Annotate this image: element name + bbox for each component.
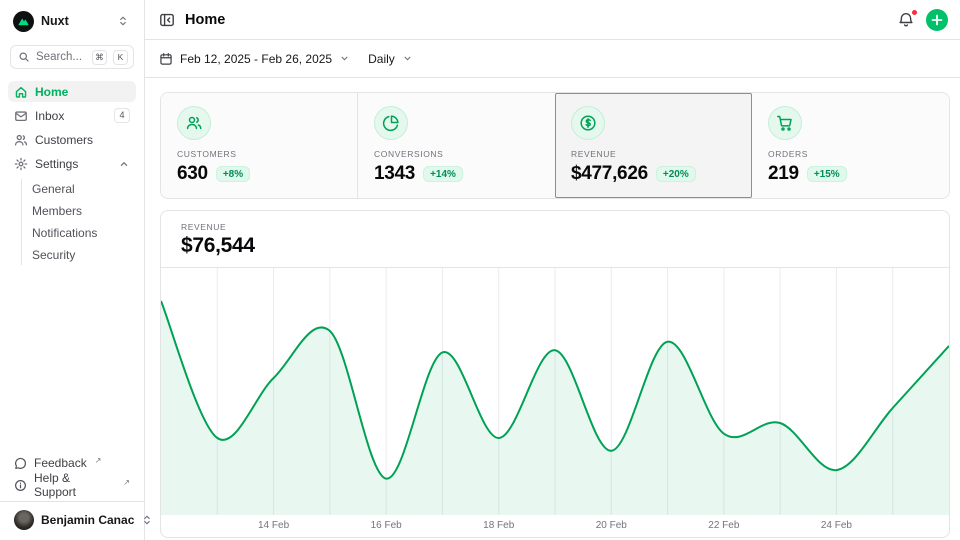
delta-badge: +15%: [807, 166, 847, 182]
users-icon: [14, 133, 28, 147]
inbox-count-badge: 4: [114, 108, 130, 123]
date-range-picker[interactable]: Feb 12, 2025 - Feb 26, 2025: [159, 52, 350, 66]
delta-badge: +20%: [656, 166, 696, 182]
workspace-chevrons-up-down-icon[interactable]: [115, 13, 131, 29]
nuxt-logo-icon: [13, 11, 34, 32]
search-input[interactable]: Search... ⌘ K: [10, 45, 134, 69]
sidebar: Nuxt Search... ⌘ K Home Inbox 4 Cust: [0, 0, 145, 540]
x-tick-label: 18 Feb: [483, 520, 514, 531]
users-icon: [185, 114, 203, 132]
user-name: Benjamin Canac: [41, 513, 134, 527]
chevron-down-icon: [402, 53, 413, 64]
dashboard-content: CUSTOMERS 630 +8% CONVERSIONS 1343 +14%: [145, 78, 960, 540]
interval-label: Daily: [368, 52, 395, 66]
chart-metric-value: $76,544: [181, 234, 929, 258]
x-tick-label: 22 Feb: [708, 520, 739, 531]
inbox-icon: [14, 109, 28, 123]
sidebar-item-home[interactable]: Home: [8, 81, 136, 102]
revenue-chart-plot[interactable]: 14 Feb 16 Feb 18 Feb 20 Feb 22 Feb 24 Feb: [161, 268, 949, 537]
user-menu[interactable]: Benjamin Canac: [0, 501, 144, 534]
sidebar-item-members[interactable]: Members: [22, 201, 136, 221]
date-range-label: Feb 12, 2025 - Feb 26, 2025: [180, 52, 332, 66]
stat-card-conversions[interactable]: CONVERSIONS 1343 +14%: [358, 93, 555, 198]
x-tick-label: 20 Feb: [596, 520, 627, 531]
workspace-switcher[interactable]: Nuxt: [8, 9, 136, 33]
help-support-link[interactable]: Help & Support↗: [8, 475, 136, 495]
stat-card-customers[interactable]: CUSTOMERS 630 +8%: [161, 93, 358, 198]
app-window: Nuxt Search... ⌘ K Home Inbox 4 Cust: [0, 0, 960, 540]
external-link-arrow-icon: ↗: [123, 478, 130, 487]
panel-left-close-icon: [159, 12, 175, 28]
info-circle-icon: [14, 479, 27, 492]
delta-badge: +8%: [216, 166, 250, 182]
house-icon: [14, 85, 28, 99]
chart-x-axis: 14 Feb 16 Feb 18 Feb 20 Feb 22 Feb 24 Feb: [161, 515, 949, 538]
sidebar-item-inbox[interactable]: Inbox 4: [8, 105, 136, 126]
x-tick-label: 14 Feb: [258, 520, 289, 531]
chevron-up-icon: [118, 158, 130, 170]
interval-select[interactable]: Daily: [368, 52, 413, 66]
external-link-arrow-icon: ↗: [95, 456, 102, 465]
notifications-button[interactable]: [896, 10, 916, 30]
revenue-chart-card: REVENUE $76,544 14 Feb 16 Feb 18 Feb 20 Feb…: [160, 210, 950, 538]
x-tick-label: 24 Feb: [821, 520, 852, 531]
sidebar-item-customers[interactable]: Customers: [8, 129, 136, 150]
plus-icon: [931, 14, 943, 26]
circle-dollar-icon: [579, 114, 597, 132]
add-button[interactable]: [926, 9, 948, 31]
settings-children: General Members Notifications Security: [21, 179, 136, 265]
filters-toolbar: Feb 12, 2025 - Feb 26, 2025 Daily: [145, 40, 960, 78]
chart-metric-label: REVENUE: [181, 222, 929, 232]
sidebar-item-settings[interactable]: Settings: [8, 153, 136, 174]
revenue-chart-header: REVENUE $76,544: [161, 211, 949, 268]
delta-badge: +14%: [423, 166, 463, 182]
top-header: Home: [145, 0, 960, 40]
sidebar-item-notifications[interactable]: Notifications: [22, 223, 136, 243]
main-area: Home Feb 12, 2025 - Feb 26, 2025: [145, 0, 960, 540]
user-avatar: [14, 510, 34, 530]
shopping-cart-icon: [776, 114, 794, 132]
collapse-sidebar-button[interactable]: [157, 10, 177, 30]
sidebar-item-general[interactable]: General: [22, 179, 136, 199]
stats-row: CUSTOMERS 630 +8% CONVERSIONS 1343 +14%: [160, 92, 950, 199]
kbd-k: K: [113, 50, 128, 65]
search-icon: [18, 51, 30, 63]
stat-card-orders[interactable]: ORDERS 219 +15%: [752, 93, 949, 198]
x-tick-label: 16 Feb: [371, 520, 402, 531]
sidebar-item-security[interactable]: Security: [22, 245, 136, 265]
chevron-down-icon: [339, 53, 350, 64]
settings-gear-icon: [14, 157, 28, 171]
feedback-link[interactable]: Feedback↗: [8, 453, 136, 473]
sidebar-footer-links: Feedback↗ Help & Support↗: [8, 453, 136, 501]
sidebar-nav: Home Inbox 4 Customers Settings General: [8, 81, 136, 265]
message-circle-icon: [14, 457, 27, 470]
calendar-icon: [159, 52, 173, 66]
stat-card-revenue[interactable]: REVENUE $477,626 +20%: [555, 93, 752, 198]
search-placeholder: Search...: [36, 51, 86, 63]
kbd-meta: ⌘: [92, 50, 107, 65]
chart-pie-icon: [382, 114, 400, 132]
sidebar-spacer: [8, 265, 136, 453]
notification-dot: [911, 9, 918, 16]
page-title: Home: [185, 12, 225, 28]
revenue-chart-svg: [161, 268, 949, 515]
workspace-name: Nuxt: [41, 14, 108, 28]
